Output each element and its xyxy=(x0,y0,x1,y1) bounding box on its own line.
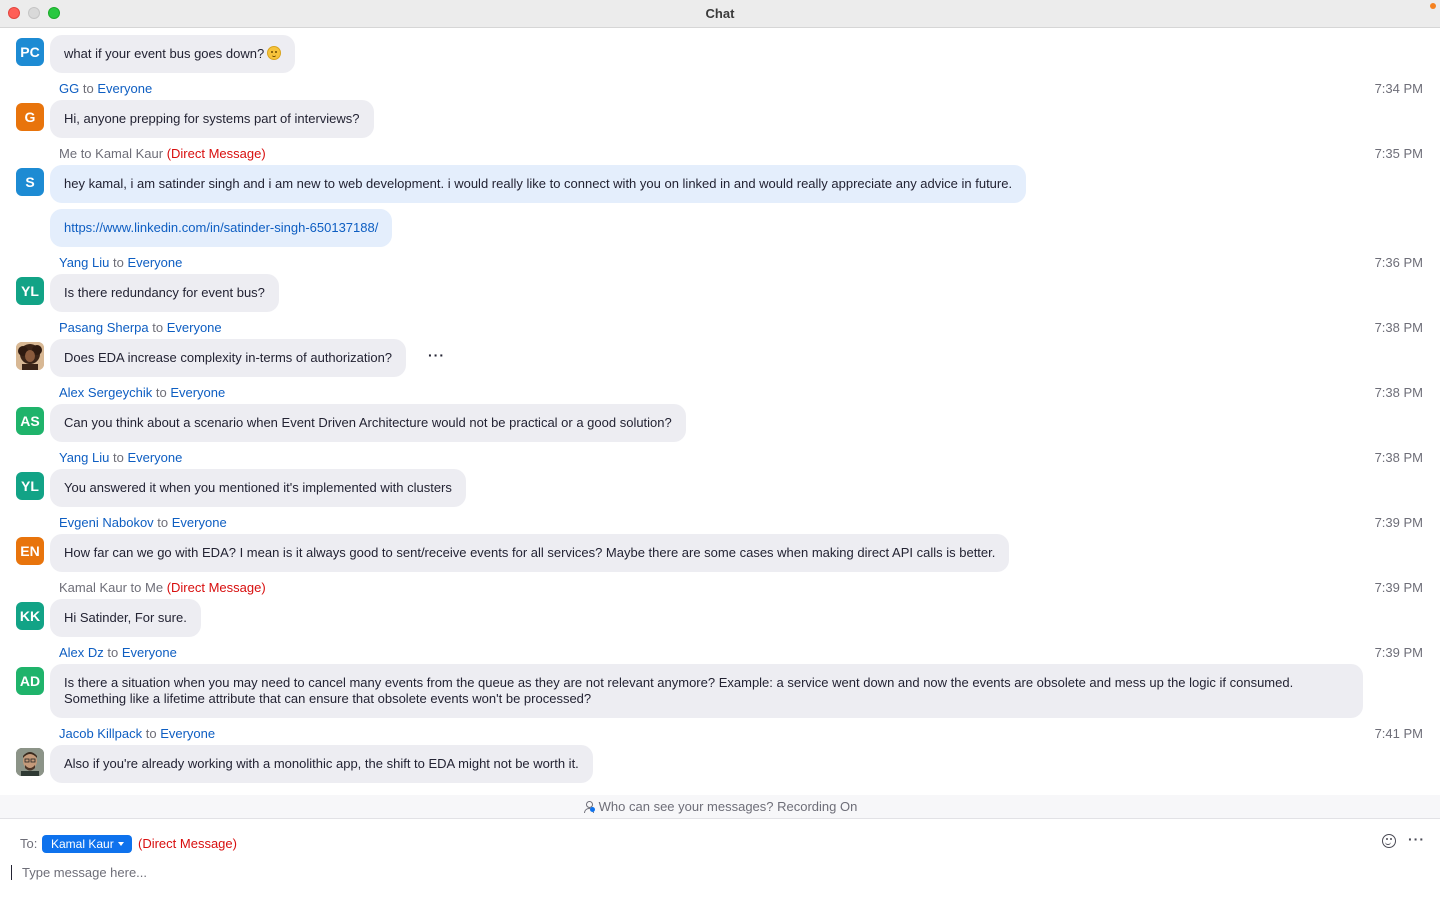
to-label: to xyxy=(80,146,92,161)
message-time: 7:39 PM xyxy=(1374,515,1423,530)
message-time: 7:41 PM xyxy=(1374,726,1423,741)
notice-text: Who can see your messages? Recording On xyxy=(598,799,858,814)
message-time: 7:36 PM xyxy=(1374,255,1423,270)
more-options-icon[interactable]: ··· xyxy=(428,347,445,363)
to-label: To: xyxy=(20,836,38,851)
message-bubble[interactable]: Can you think about a scenario when Even… xyxy=(50,404,686,442)
notification-dot-icon xyxy=(1430,3,1436,9)
message-bubble[interactable]: https://www.linkedin.com/in/satinder-sin… xyxy=(50,209,393,247)
to-label: to xyxy=(107,645,119,660)
message-header: Alex Dz to Everyone xyxy=(59,645,177,661)
to-label: to xyxy=(112,255,124,270)
message-header: GG to Everyone xyxy=(59,81,152,97)
message-time: 7:38 PM xyxy=(1374,450,1423,465)
recipient-name[interactable]: Everyone xyxy=(170,385,225,400)
sender-name[interactable]: Jacob Killpack xyxy=(59,726,142,741)
title-bar: Chat xyxy=(0,0,1440,28)
participant-visibility-icon xyxy=(583,801,595,813)
recipient-name[interactable]: Everyone xyxy=(172,515,227,530)
message-bubble[interactable]: How far can we go with EDA? I mean is it… xyxy=(50,534,1010,572)
message-bubble[interactable]: You answered it when you mentioned it's … xyxy=(50,469,466,507)
to-label: to xyxy=(112,450,124,465)
chat-window: Chat PC what if your event bus goes down… xyxy=(0,0,1440,900)
sender-name[interactable]: Alex Dz xyxy=(59,645,104,660)
message-header: Alex Sergeychik to Everyone xyxy=(59,385,225,401)
visibility-notice[interactable]: Who can see your messages? Recording On xyxy=(0,795,1440,819)
message-bubble[interactable]: Does EDA increase complexity in-terms of… xyxy=(50,339,407,377)
to-label: to xyxy=(155,385,167,400)
recipient-name[interactable]: Everyone xyxy=(127,255,182,270)
avatar[interactable]: AS xyxy=(16,407,44,435)
to-label: to xyxy=(130,580,142,595)
message-input[interactable] xyxy=(20,861,1424,883)
emoji-icon[interactable] xyxy=(1382,834,1396,848)
avatar[interactable] xyxy=(16,748,44,776)
recipient-name[interactable]: Everyone xyxy=(97,81,152,96)
message-header: Kamal Kaur to Me (Direct Message) xyxy=(59,580,266,596)
message-header: Me to Kamal Kaur (Direct Message) xyxy=(59,146,266,162)
recipient-name: Kamal Kaur xyxy=(51,837,114,851)
sender-name[interactable]: Evgeni Nabokov xyxy=(59,515,154,530)
recipient-name[interactable]: Everyone xyxy=(122,645,177,660)
profile-photo-icon xyxy=(16,748,44,776)
direct-message-label: (Direct Message) xyxy=(166,146,266,161)
message-time: 7:38 PM xyxy=(1374,385,1423,400)
sender-name[interactable]: Alex Sergeychik xyxy=(59,385,152,400)
message-header: Evgeni Nabokov to Everyone xyxy=(59,515,227,531)
recipient-name[interactable]: Kamal Kaur xyxy=(95,146,163,161)
to-label: to xyxy=(157,515,169,530)
sender-name[interactable]: GG xyxy=(59,81,79,96)
avatar[interactable]: EN xyxy=(16,537,44,565)
avatar[interactable]: AD xyxy=(16,667,44,695)
more-options-icon[interactable]: ··· xyxy=(1408,831,1425,847)
message-time: 7:38 PM xyxy=(1374,320,1423,335)
message-header: Pasang Sherpa to Everyone xyxy=(59,320,222,336)
avatar[interactable]: S xyxy=(16,168,44,196)
message-list[interactable]: PC what if your event bus goes down? GG … xyxy=(0,28,1440,795)
sender-name: Me xyxy=(59,146,78,161)
compose-area: To: Kamal Kaur (Direct Message) ··· xyxy=(0,819,1440,900)
avatar[interactable]: YL xyxy=(16,472,44,500)
recipient-dropdown[interactable]: Kamal Kaur xyxy=(42,835,132,853)
sender-name[interactable]: Kamal Kaur xyxy=(59,580,127,595)
message-time: 7:35 PM xyxy=(1374,146,1423,161)
message-header: Jacob Killpack to Everyone xyxy=(59,726,215,742)
direct-message-label: (Direct Message) xyxy=(138,836,237,851)
message-header: Yang Liu to Everyone xyxy=(59,450,182,466)
text-cursor xyxy=(11,865,12,880)
message-bubble[interactable]: Also if you're already working with a mo… xyxy=(50,745,593,783)
sender-name[interactable]: Yang Liu xyxy=(59,450,109,465)
avatar[interactable]: PC xyxy=(16,38,44,66)
to-label: to xyxy=(145,726,157,741)
linkedin-link[interactable]: https://www.linkedin.com/in/satinder-sin… xyxy=(64,220,378,235)
message-time: 7:39 PM xyxy=(1374,645,1423,660)
sender-name[interactable]: Yang Liu xyxy=(59,255,109,270)
avatar[interactable]: KK xyxy=(16,602,44,630)
message-time: 7:34 PM xyxy=(1374,81,1423,96)
recipient-name[interactable]: Everyone xyxy=(167,320,222,335)
profile-photo-icon xyxy=(16,342,44,370)
to-label: to xyxy=(82,81,94,96)
message-bubble[interactable]: Hi, anyone prepping for systems part of … xyxy=(50,100,374,138)
upside-down-face-emoji-icon xyxy=(267,46,282,60)
recipient-name[interactable]: Everyone xyxy=(160,726,215,741)
message-bubble[interactable]: Is there redundancy for event bus? xyxy=(50,274,279,312)
message-bubble[interactable]: what if your event bus goes down? xyxy=(50,35,296,73)
message-text: what if your event bus goes down? xyxy=(64,46,265,61)
to-label: to xyxy=(152,320,164,335)
message-bubble[interactable]: Is there a situation when you may need t… xyxy=(50,664,1363,718)
sender-name[interactable]: Pasang Sherpa xyxy=(59,320,149,335)
recipient-name[interactable]: Everyone xyxy=(127,450,182,465)
direct-message-label: (Direct Message) xyxy=(166,580,266,595)
message-bubble[interactable]: hey kamal, i am satinder singh and i am … xyxy=(50,165,1027,203)
avatar[interactable] xyxy=(16,342,44,370)
avatar[interactable]: YL xyxy=(16,277,44,305)
message-header: Yang Liu to Everyone xyxy=(59,255,182,271)
window-title: Chat xyxy=(705,6,735,21)
avatar[interactable]: G xyxy=(16,103,44,131)
message-time: 7:39 PM xyxy=(1374,580,1423,595)
recipient-name: Me xyxy=(145,580,164,595)
message-bubble[interactable]: Hi Satinder, For sure. xyxy=(50,599,201,637)
chevron-down-icon xyxy=(117,842,124,846)
